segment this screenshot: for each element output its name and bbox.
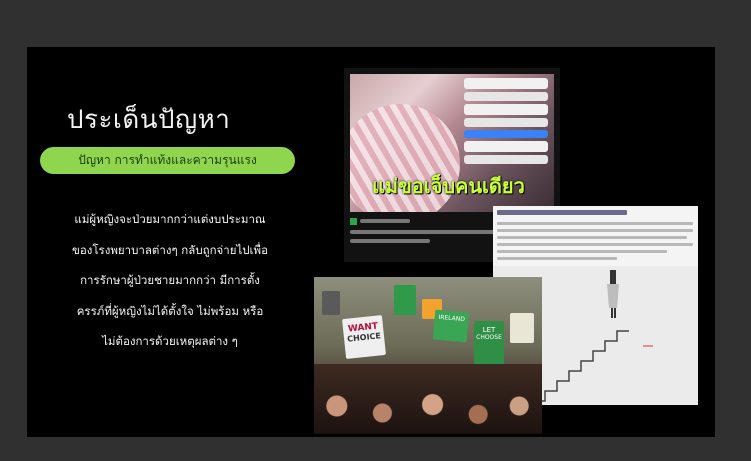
protest-sign: WANT CHOICE — [342, 315, 386, 359]
protest-sign — [322, 291, 340, 315]
presentation-slide: ประเด็นปัญหา ปัญหา การทำแท้งและความรุนแร… — [27, 47, 715, 437]
protest-sign — [394, 285, 416, 315]
news-headline: แม่ขอเจ็บคนเดียว — [372, 174, 525, 198]
protest-sign: LET CHOOSE — [474, 321, 504, 365]
protest-photo: WANT CHOICE IRELAND LET CHOOSE — [314, 277, 542, 434]
crowd — [314, 364, 542, 434]
article-title — [497, 210, 627, 215]
slide-body: แม่ผู้หญิงจะป่วยมากกว่าแต่งบประมาณ ของโร… — [35, 204, 305, 357]
topic-pill: ปัญหา การทำแท้งและความรุนแรง — [40, 147, 295, 174]
protest-sign — [510, 313, 534, 343]
person-figure-icon — [607, 270, 619, 318]
slide-title: ประเด็นปัญหา — [67, 105, 231, 135]
body-line: ของโรงพยาบาลต่างๆ กลับถูกจ่ายไปเพื่อ — [72, 242, 268, 257]
page-icon — [350, 218, 357, 225]
screen-frame: ประเด็นปัญหา ปัญหา การทำแท้งและความรุนแร… — [0, 0, 751, 461]
news-photo: แม่ขอเจ็บคนเดียว — [350, 74, 554, 212]
body-line: ไม่ต้องการด้วยเหตุผลต่าง ๆ — [102, 334, 238, 348]
body-line: แม่ผู้หญิงจะป่วยมากกว่าแต่งบประมาณ — [74, 212, 266, 226]
body-line: ครรภ์ที่ผู้หญิงไม่ได้ตั้งใจ ไม่พร้อม หรื… — [76, 303, 264, 318]
chat-bubbles — [464, 78, 548, 164]
stairs-icon — [533, 330, 653, 402]
body-line: การรักษาผู้ป่วยชายมากกว่า มีการตั้ง — [80, 273, 260, 287]
protest-sign: IRELAND — [432, 309, 470, 343]
